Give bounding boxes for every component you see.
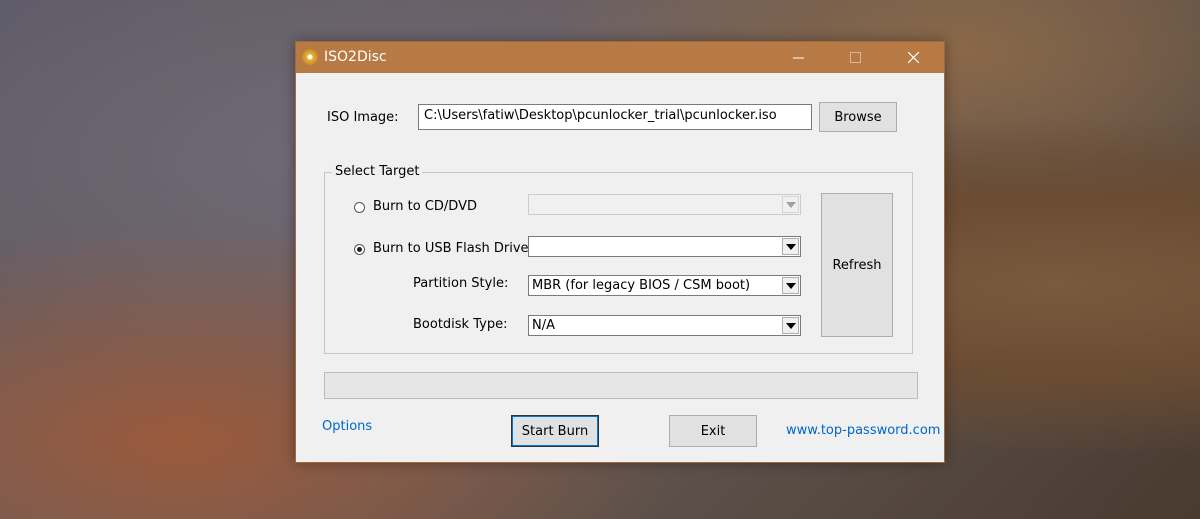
bootdisk-type-value: N/A [532, 318, 555, 333]
usb-drive-select[interactable] [528, 236, 801, 257]
partition-style-label: Partition Style: [413, 276, 509, 291]
partition-style-value: MBR (for legacy BIOS / CSM boot) [532, 278, 751, 293]
title-bar[interactable]: ISO2Disc [296, 42, 944, 73]
chevron-down-icon [782, 196, 799, 213]
exit-button[interactable]: Exit [669, 415, 757, 447]
iso2disc-window: ISO2Disc ISO Image: C:\Users\fatiw\Deskt… [295, 41, 945, 463]
maximize-button [833, 42, 879, 73]
window-title: ISO2Disc [324, 49, 387, 65]
cd-dvd-radio[interactable] [354, 202, 365, 213]
bootdisk-type-label: Bootdisk Type: [413, 317, 508, 332]
browse-button[interactable]: Browse [819, 102, 897, 132]
start-burn-button[interactable]: Start Burn [511, 415, 599, 447]
close-icon [908, 52, 920, 64]
options-link[interactable]: Options [322, 419, 372, 434]
iso-path-field[interactable]: C:\Users\fatiw\Desktop\pcunlocker_trial\… [418, 104, 812, 130]
minimize-icon [793, 57, 804, 59]
cd-dvd-label[interactable]: Burn to CD/DVD [373, 199, 477, 214]
usb-label[interactable]: Burn to USB Flash Drive [373, 241, 529, 256]
cd-drive-select [528, 194, 801, 215]
usb-radio[interactable] [354, 244, 365, 255]
chevron-down-icon[interactable] [782, 317, 799, 334]
select-target-title: Select Target [332, 164, 423, 179]
maximize-icon [850, 52, 861, 63]
disc-icon [302, 49, 318, 65]
iso-image-label: ISO Image: [327, 110, 399, 125]
refresh-button[interactable]: Refresh [821, 193, 893, 337]
minimize-button[interactable] [776, 42, 822, 73]
close-button[interactable] [891, 42, 937, 73]
burn-progress-bar [324, 372, 918, 399]
website-link[interactable]: www.top-password.com [786, 423, 940, 438]
chevron-down-icon[interactable] [782, 277, 799, 294]
bootdisk-type-select[interactable]: N/A [528, 315, 801, 336]
chevron-down-icon[interactable] [782, 238, 799, 255]
partition-style-select[interactable]: MBR (for legacy BIOS / CSM boot) [528, 275, 801, 296]
